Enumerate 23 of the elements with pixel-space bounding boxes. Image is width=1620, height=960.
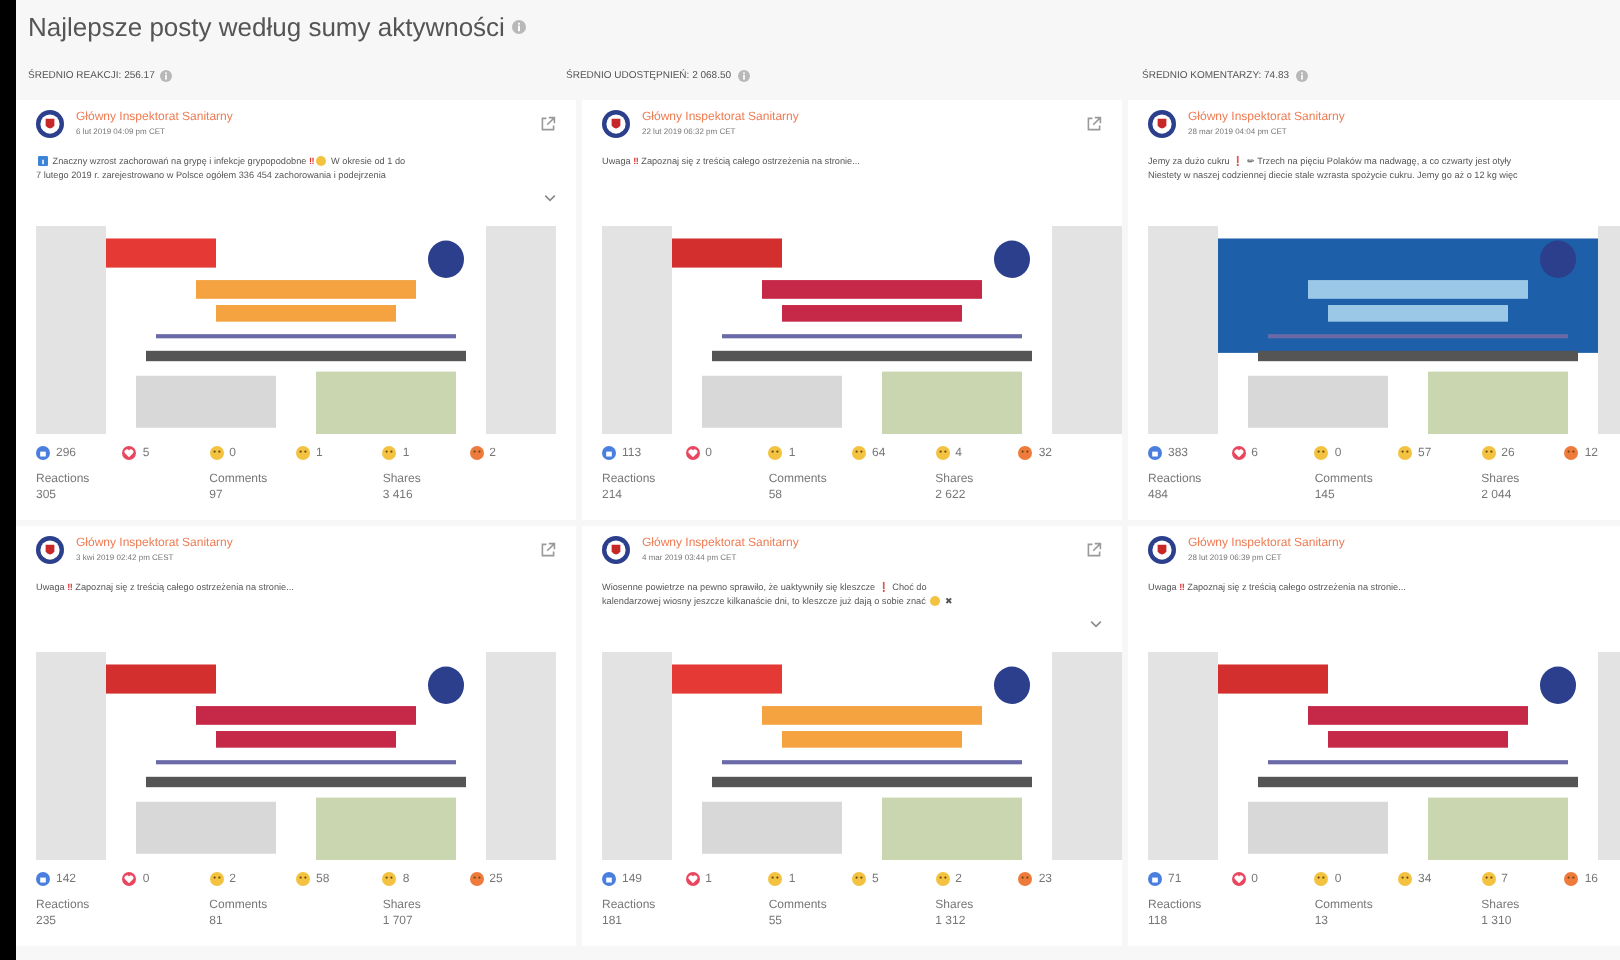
heart-icon bbox=[1231, 446, 1246, 460]
external-link-icon[interactable] bbox=[540, 542, 556, 558]
external-link-icon[interactable] bbox=[1086, 116, 1102, 132]
help-icon[interactable] bbox=[512, 20, 527, 34]
heart-icon bbox=[1231, 872, 1246, 886]
avatar-icon bbox=[602, 536, 630, 564]
chevron-down-icon[interactable] bbox=[544, 194, 556, 202]
avatar-icon bbox=[36, 536, 64, 564]
heart-icon bbox=[122, 872, 137, 886]
avatar-icon bbox=[602, 110, 630, 138]
help-icon[interactable] bbox=[737, 70, 750, 82]
external-link-icon[interactable] bbox=[1086, 542, 1102, 558]
heart-icon bbox=[122, 446, 137, 460]
help-icon[interactable] bbox=[160, 70, 173, 82]
section-title: Najlepsze posty według sumy aktywności bbox=[28, 12, 505, 42]
external-link-icon[interactable] bbox=[540, 116, 556, 132]
avatar-icon bbox=[1148, 110, 1176, 138]
chevron-down-icon[interactable] bbox=[1090, 620, 1102, 628]
avatar-icon bbox=[1148, 536, 1176, 564]
help-icon[interactable] bbox=[1295, 70, 1308, 82]
avatar-icon bbox=[36, 110, 64, 138]
heart-icon bbox=[685, 872, 700, 886]
heart-icon bbox=[685, 446, 700, 460]
